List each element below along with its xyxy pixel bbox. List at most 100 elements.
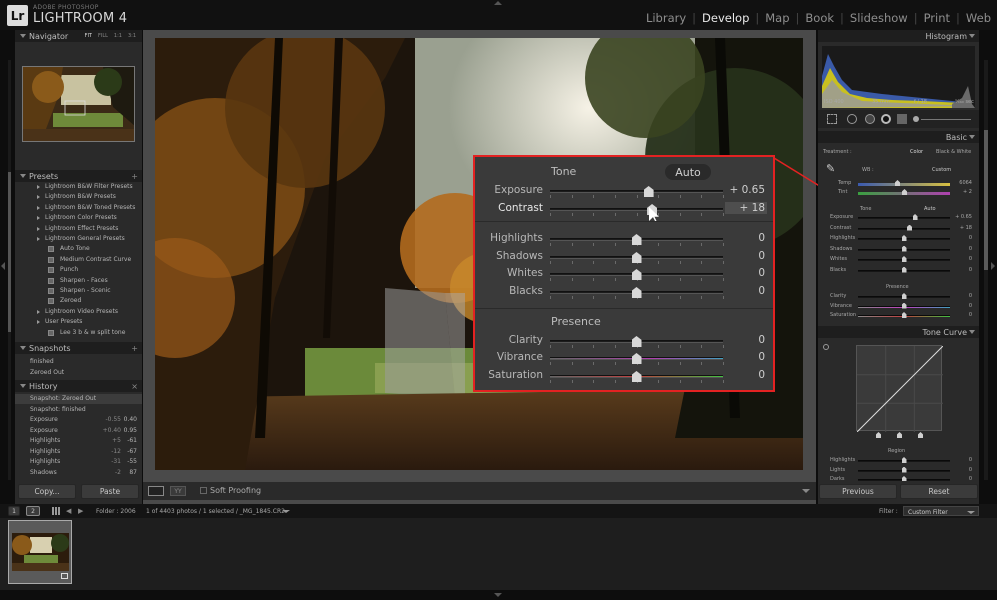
temp-slider-thumb[interactable] bbox=[895, 180, 900, 186]
basic-header[interactable]: Basic bbox=[818, 131, 979, 143]
tint-value[interactable]: + 2 bbox=[952, 189, 972, 195]
wb-select[interactable]: Custom bbox=[932, 167, 951, 173]
history-row[interactable]: Highlights +5 -61 bbox=[15, 436, 142, 446]
module-web[interactable]: Web bbox=[966, 11, 991, 25]
zoom-fit[interactable]: FIT bbox=[85, 33, 92, 39]
slider-thumb[interactable] bbox=[901, 235, 907, 241]
collapse-right-icon[interactable] bbox=[991, 262, 995, 270]
callout-slider-value[interactable]: 0 bbox=[725, 250, 765, 262]
history-row[interactable]: Snapshot: Zeroed Out bbox=[15, 394, 142, 404]
preset-folder-icon[interactable] bbox=[37, 185, 40, 189]
slider-thumb[interactable] bbox=[901, 293, 907, 299]
slider-value[interactable]: 0 bbox=[952, 467, 972, 473]
spot-removal-icon[interactable] bbox=[847, 114, 857, 124]
photo-count[interactable]: 1 of 4403 photos / 1 selected / _MG_1845… bbox=[146, 508, 285, 515]
slider-track[interactable] bbox=[858, 217, 950, 219]
forward-arrow-icon[interactable]: ▶ bbox=[78, 507, 83, 515]
graduated-filter-icon[interactable] bbox=[881, 114, 891, 124]
slider-thumb[interactable] bbox=[901, 256, 907, 262]
temp-slider-track[interactable] bbox=[858, 183, 950, 186]
history-header[interactable]: History × bbox=[15, 380, 142, 392]
preset-folder-icon[interactable] bbox=[37, 320, 40, 325]
history-row[interactable]: Highlights -12 -67 bbox=[15, 447, 142, 457]
navigator-header[interactable]: Navigator FIT FILL 1:1 3:1 bbox=[15, 30, 142, 42]
right-scrollbar[interactable] bbox=[984, 130, 988, 270]
preset-item[interactable]: Lightroom B&W Presets bbox=[45, 193, 116, 200]
collapse-bottom-icon[interactable] bbox=[494, 593, 502, 597]
slider-thumb[interactable] bbox=[901, 312, 907, 318]
preset-folder-icon[interactable] bbox=[37, 237, 40, 241]
preset-item[interactable]: Lightroom B&W Filter Presets bbox=[45, 183, 133, 190]
slider-value[interactable]: + 0.65 bbox=[952, 214, 972, 220]
treatment-bw[interactable]: Black & White bbox=[936, 149, 971, 155]
filmstrip-thumbnail[interactable] bbox=[8, 520, 72, 584]
clear-history-icon[interactable]: × bbox=[131, 382, 138, 391]
filter-select[interactable]: Custom Filter bbox=[903, 506, 979, 516]
temp-value[interactable]: 6064 bbox=[952, 180, 972, 186]
curve-split-shadows[interactable] bbox=[876, 432, 881, 438]
tone-curve-header[interactable]: Tone Curve bbox=[818, 326, 979, 338]
callout-slider-thumb[interactable] bbox=[631, 336, 642, 347]
callout-slider-thumb[interactable] bbox=[631, 234, 642, 245]
preset-item[interactable]: Medium Contrast Curve bbox=[60, 256, 131, 263]
zoom-fill[interactable]: FILL bbox=[98, 33, 108, 39]
slider-value[interactable]: 0 bbox=[952, 267, 972, 273]
preset-folder-icon[interactable] bbox=[37, 216, 40, 221]
callout-slider-thumb[interactable] bbox=[631, 269, 642, 280]
tone-curve-graph[interactable] bbox=[856, 345, 944, 433]
callout-slider-value[interactable]: 0 bbox=[725, 351, 765, 363]
callout-slider-value[interactable]: 0 bbox=[725, 369, 765, 381]
slider-thumb[interactable] bbox=[901, 302, 907, 309]
toolbar-menu-icon[interactable] bbox=[802, 489, 810, 493]
collapse-left-icon[interactable] bbox=[1, 262, 5, 270]
presets-header[interactable]: Presets + bbox=[15, 170, 142, 182]
module-print[interactable]: Print bbox=[924, 11, 950, 25]
history-row[interactable]: Exposure -0.55 0.40 bbox=[15, 415, 142, 425]
auto-tone-button[interactable]: Auto bbox=[924, 206, 936, 212]
back-arrow-icon[interactable]: ◀ bbox=[66, 507, 71, 515]
module-map[interactable]: Map bbox=[765, 11, 789, 25]
photo-count-dropdown-icon[interactable] bbox=[282, 510, 290, 513]
slider-value[interactable]: 0 bbox=[952, 256, 972, 262]
crop-tool-icon[interactable] bbox=[827, 114, 837, 124]
slider-thumb[interactable] bbox=[901, 476, 907, 481]
slider-value[interactable]: 0 bbox=[952, 235, 972, 241]
module-slideshow[interactable]: Slideshow bbox=[850, 11, 908, 25]
reset-button[interactable]: Reset bbox=[900, 484, 978, 499]
callout-auto-button[interactable]: Auto bbox=[665, 164, 711, 180]
loupe-view-icon[interactable] bbox=[148, 486, 164, 496]
preset-item[interactable]: Lightroom B&W Toned Presets bbox=[45, 204, 135, 211]
callout-slider-thumb[interactable] bbox=[631, 353, 642, 364]
histogram-graph[interactable] bbox=[822, 46, 975, 108]
preset-item[interactable]: Lightroom Video Presets bbox=[45, 308, 118, 315]
callout-slider-value[interactable]: 0 bbox=[725, 267, 765, 279]
slider-value[interactable]: 0 bbox=[952, 312, 972, 318]
radial-filter-icon[interactable] bbox=[897, 114, 907, 124]
history-row[interactable]: Exposure +0.40 0.95 bbox=[15, 426, 142, 436]
preset-item[interactable]: User Presets bbox=[45, 318, 82, 325]
preset-item[interactable]: Lee 3 b & w split tone bbox=[60, 329, 125, 336]
module-book[interactable]: Book bbox=[805, 11, 834, 25]
adjustment-brush-icon[interactable] bbox=[913, 116, 919, 122]
slider-thumb[interactable] bbox=[901, 466, 907, 473]
snapshot-item[interactable]: finished bbox=[30, 358, 54, 365]
callout-slider-track[interactable] bbox=[550, 190, 723, 193]
preset-folder-icon[interactable] bbox=[37, 226, 40, 231]
eyedropper-icon[interactable]: ✎ bbox=[826, 162, 840, 176]
slider-thumb[interactable] bbox=[901, 266, 907, 273]
curve-target-icon[interactable] bbox=[823, 344, 829, 350]
slider-value[interactable]: 0 bbox=[952, 246, 972, 252]
slider-value[interactable]: 0 bbox=[952, 303, 972, 309]
slider-thumb[interactable] bbox=[901, 245, 907, 252]
callout-slider-thumb[interactable] bbox=[631, 287, 642, 298]
preset-item[interactable]: Lightroom General Presets bbox=[45, 235, 125, 242]
slider-value[interactable]: 0 bbox=[952, 457, 972, 463]
preset-item[interactable]: Zeroed bbox=[60, 297, 81, 304]
preset-item[interactable]: Sharpen - Scenic bbox=[60, 287, 111, 294]
slider-value[interactable]: 0 bbox=[952, 476, 972, 481]
snapshots-header[interactable]: Snapshots + bbox=[15, 342, 142, 354]
preset-folder-icon[interactable] bbox=[37, 195, 40, 200]
histogram-header[interactable]: Histogram bbox=[818, 30, 979, 42]
previous-button[interactable]: Previous bbox=[819, 484, 897, 499]
redeye-tool-icon[interactable] bbox=[865, 114, 875, 124]
